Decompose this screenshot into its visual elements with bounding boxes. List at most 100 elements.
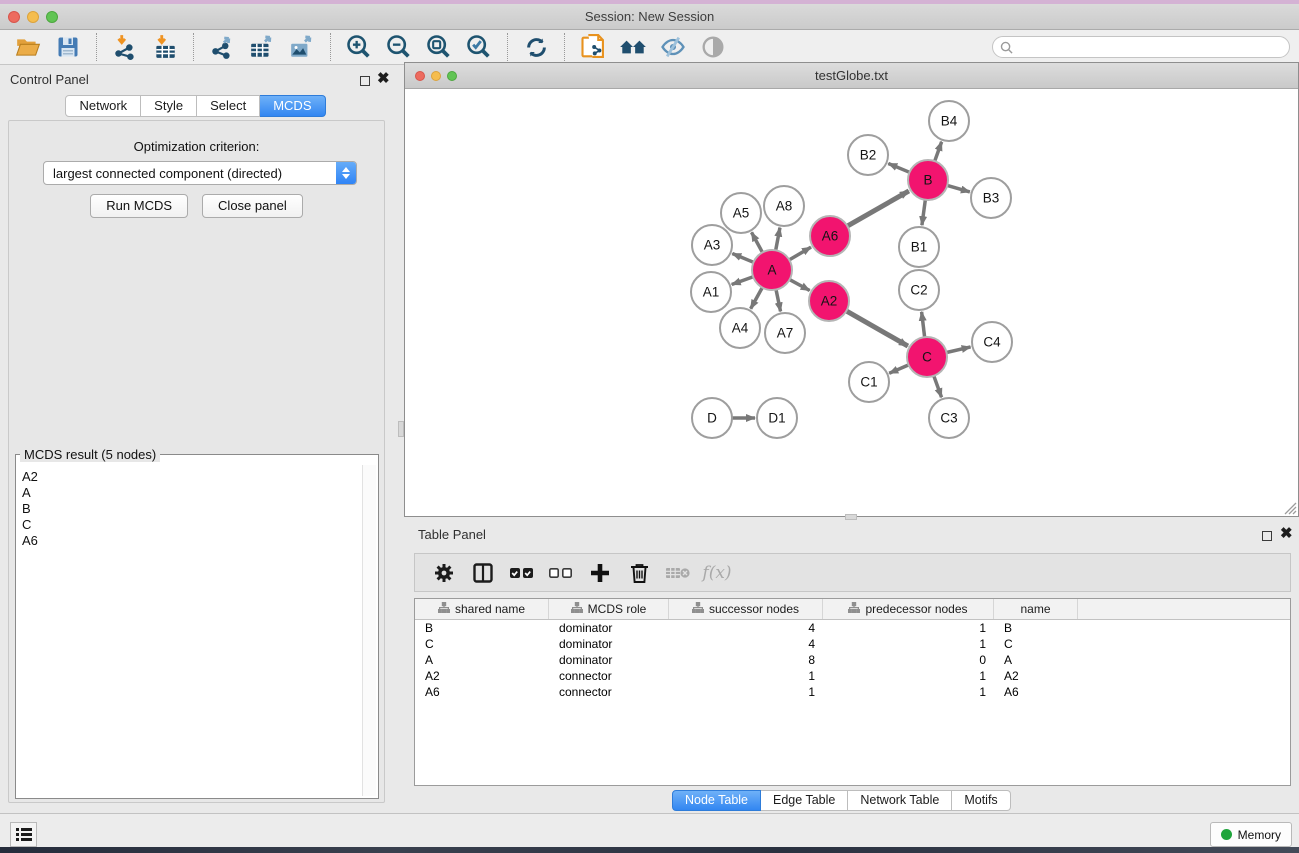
edge-A-A5[interactable] [752,232,763,252]
float-panel-icon[interactable] [360,76,370,86]
table-cell[interactable]: 4 [669,637,823,651]
import-network-icon[interactable] [105,32,145,62]
graph-node-A4[interactable]: A4 [720,308,760,348]
delete-column-icon[interactable] [626,560,652,586]
edge-A-A2[interactable] [790,280,810,291]
table-row[interactable]: A6connector11A6 [415,684,1290,700]
edge-A-A8[interactable] [776,228,780,251]
show-all-homes-icon[interactable] [613,32,653,62]
refresh-icon[interactable] [516,32,556,62]
table-cell[interactable]: 1 [823,637,994,651]
table-cell[interactable]: A2 [415,669,549,683]
zoom-fit-icon[interactable] [419,32,459,62]
search-input[interactable] [1013,38,1289,56]
splitter-handle-horizontal[interactable] [845,514,857,520]
zoom-out-icon[interactable] [379,32,419,62]
graph-node-B1[interactable]: B1 [899,227,939,267]
save-session-icon[interactable] [48,32,88,62]
table-cell[interactable]: connector [549,685,669,699]
edge-A2-C[interactable] [846,311,908,346]
edge-A-A6[interactable] [789,247,811,260]
network-canvas-svg[interactable]: B4B2BB3A8A5A6A3B1AC2A1A2A4A7C4CC1C3DD1 [405,89,1298,516]
node-table[interactable]: shared nameMCDS rolesuccessor nodesprede… [414,598,1291,786]
table-cell[interactable]: A6 [415,685,549,699]
edge-C-C1[interactable] [889,365,908,373]
close-panel-button[interactable]: Close panel [202,194,303,218]
export-table-icon[interactable] [242,32,282,62]
graph-node-A5[interactable]: A5 [721,193,761,233]
table-cell[interactable]: 1 [823,669,994,683]
deselect-all-checkboxes-icon[interactable] [548,560,574,586]
hide-selected-eye-icon[interactable] [653,32,693,62]
graph-node-B3[interactable]: B3 [971,178,1011,218]
table-cell[interactable]: A [994,653,1078,667]
settings-gear-icon[interactable] [431,560,457,586]
mcds-result-item[interactable]: C [22,517,362,533]
table-row[interactable]: A2connector11A2 [415,668,1290,684]
table-cell[interactable]: A [415,653,549,667]
table-cell[interactable]: dominator [549,621,669,635]
column-header-name[interactable]: name [994,599,1078,619]
mcds-result-list[interactable]: A2ABCA6 [18,465,362,796]
zoom-selected-icon[interactable] [459,32,499,62]
select-all-checkboxes-icon[interactable] [509,560,535,586]
column-layout-icon[interactable] [470,560,496,586]
edge-B-B3[interactable] [947,185,970,191]
graph-node-A7[interactable]: A7 [765,313,805,353]
graph-node-A1[interactable]: A1 [691,272,731,312]
window-resize-grip[interactable] [1281,499,1297,515]
mcds-result-item[interactable]: B [22,501,362,517]
network-window-titlebar[interactable]: testGlobe.txt [405,63,1298,89]
task-history-button[interactable] [10,822,37,847]
graph-node-A3[interactable]: A3 [692,225,732,265]
edge-C-C4[interactable] [946,347,970,353]
graph-node-A[interactable]: A [752,250,792,290]
table-cell[interactable]: 8 [669,653,823,667]
tab-select[interactable]: Select [197,95,260,117]
graph-node-D[interactable]: D [692,398,732,438]
table-row[interactable]: Adominator80A [415,652,1290,668]
close-panel-icon[interactable]: ✖ [1280,529,1293,539]
clone-network-icon[interactable] [573,32,613,62]
edge-B-B4[interactable] [935,142,942,161]
edge-A-A1[interactable] [732,277,753,285]
tab-edge-table[interactable]: Edge Table [761,790,848,811]
graph-node-A8[interactable]: A8 [764,186,804,226]
table-cell[interactable]: connector [549,669,669,683]
column-header-shared-name[interactable]: shared name [415,599,549,619]
graph-node-C1[interactable]: C1 [849,362,889,402]
import-table-icon[interactable] [145,32,185,62]
table-row[interactable]: Cdominator41C [415,636,1290,652]
table-cell[interactable]: dominator [549,637,669,651]
table-cell[interactable]: dominator [549,653,669,667]
table-cell[interactable]: 4 [669,621,823,635]
table-cell[interactable]: 1 [823,685,994,699]
mcds-result-scrollbar[interactable] [362,465,376,796]
mcds-result-item[interactable]: A [22,485,362,501]
mcds-result-item[interactable]: A6 [22,533,362,549]
open-session-icon[interactable] [8,32,48,62]
edge-C-C2[interactable] [922,312,925,337]
edge-A-A4[interactable] [751,288,763,309]
table-cell[interactable]: 1 [669,669,823,683]
graph-node-B4[interactable]: B4 [929,101,969,141]
add-column-icon[interactable] [587,560,613,586]
edge-A-A3[interactable] [732,253,753,262]
graph-node-C3[interactable]: C3 [929,398,969,438]
graph-node-B2[interactable]: B2 [848,135,888,175]
table-cell[interactable]: B [415,621,549,635]
graph-node-C2[interactable]: C2 [899,270,939,310]
graph-node-C[interactable]: C [907,337,947,377]
graph-node-D1[interactable]: D1 [757,398,797,438]
table-cell[interactable]: C [415,637,549,651]
tab-network[interactable]: Network [65,95,141,117]
tab-mcds[interactable]: MCDS [260,95,325,117]
edge-C-C3[interactable] [934,376,942,397]
run-mcds-button[interactable]: Run MCDS [90,194,188,218]
table-cell[interactable]: 0 [823,653,994,667]
float-panel-icon[interactable] [1262,531,1272,541]
table-cell[interactable]: 1 [823,621,994,635]
export-network-icon[interactable] [202,32,242,62]
tab-node-table[interactable]: Node Table [672,790,761,811]
edge-B-B1[interactable] [922,200,925,225]
